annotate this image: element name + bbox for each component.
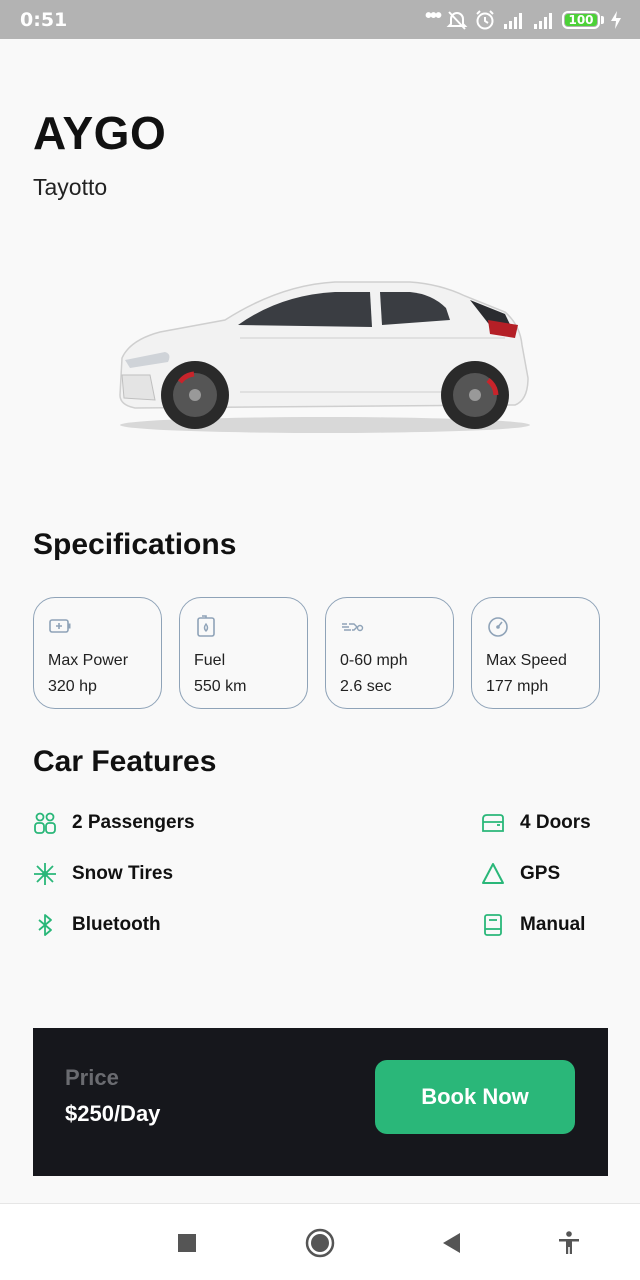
feature-bluetooth: Bluetooth — [32, 910, 161, 940]
spec-card-max-speed: Max Speed 177 mph — [471, 597, 600, 709]
feature-manual: Manual — [480, 910, 585, 940]
muted-bell-icon — [446, 11, 468, 30]
doors-icon — [482, 814, 504, 832]
accessibility-button[interactable] — [554, 1228, 584, 1258]
square-icon — [178, 1234, 196, 1252]
spec-label: Max Speed — [486, 652, 567, 669]
car-model-title: AYGO — [33, 107, 167, 159]
feature-label: 4 Doors — [520, 812, 591, 833]
back-button[interactable] — [436, 1228, 466, 1258]
car-brand: Tayotto — [33, 174, 108, 200]
battery-icon: 100 — [562, 11, 600, 29]
manual-book-icon — [484, 914, 502, 936]
car-features-title: Car Features — [33, 745, 217, 778]
feature-label: Snow Tires — [72, 863, 174, 884]
system-nav-bar — [0, 1203, 640, 1280]
spec-value: 177 mph — [486, 678, 549, 695]
feature-label: 2 Passengers — [72, 812, 195, 833]
recents-button[interactable] — [172, 1228, 202, 1258]
feature-passengers: 2 Passengers — [32, 808, 195, 838]
feature-gps: GPS — [480, 859, 560, 889]
spec-card-fuel: Fuel 550 km — [179, 597, 308, 709]
spec-card-max-power: Max Power 320 hp — [33, 597, 162, 709]
speed-lines-icon — [342, 623, 364, 632]
bluetooth-icon — [38, 914, 52, 936]
spec-card-acceleration: 0-60 mph 2.6 sec — [325, 597, 454, 709]
battery-tip — [601, 16, 604, 24]
book-now-button[interactable]: Book Now — [375, 1060, 575, 1134]
more-dots-icon: ••• — [424, 4, 442, 27]
status-bar: 0:51 ••• 100 — [0, 0, 640, 39]
status-time: 0:51 — [20, 9, 68, 31]
snowflake-icon — [34, 863, 56, 885]
home-button[interactable] — [305, 1228, 335, 1258]
spec-label: Fuel — [194, 652, 226, 669]
home-circle-icon — [305, 1228, 335, 1258]
price-value: $250/Day — [65, 1101, 161, 1126]
signal-icon — [504, 13, 522, 29]
back-triangle-icon — [443, 1233, 460, 1253]
alarm-icon — [476, 10, 494, 30]
charging-bolt-icon — [611, 11, 621, 29]
feature-label: GPS — [520, 863, 561, 884]
passengers-icon — [34, 812, 56, 834]
speedometer-icon — [488, 617, 508, 637]
spec-value: 320 hp — [48, 678, 97, 695]
car-image — [119, 281, 530, 433]
fuel-icon — [197, 615, 215, 637]
spec-value: 550 km — [194, 678, 247, 695]
battery-level: 100 — [568, 13, 594, 27]
signal-icon-2 — [534, 13, 552, 29]
feature-label: Bluetooth — [72, 914, 161, 935]
booking-panel: Price $250/Day Book Now — [33, 1028, 608, 1176]
price-label: Price — [65, 1065, 119, 1090]
feature-snow-tires: Snow Tires — [32, 859, 173, 889]
spec-label: Max Power — [48, 652, 129, 669]
status-icons: ••• 100 — [424, 4, 622, 33]
battery-icon — [49, 619, 71, 633]
feature-label: Manual — [520, 914, 586, 935]
feature-doors: 4 Doors — [480, 808, 591, 838]
spec-value: 2.6 sec — [340, 678, 392, 695]
specifications-title: Specifications — [33, 528, 237, 561]
accessibility-icon — [559, 1231, 579, 1254]
spec-label: 0-60 mph — [340, 652, 408, 669]
navigation-icon — [482, 863, 504, 884]
